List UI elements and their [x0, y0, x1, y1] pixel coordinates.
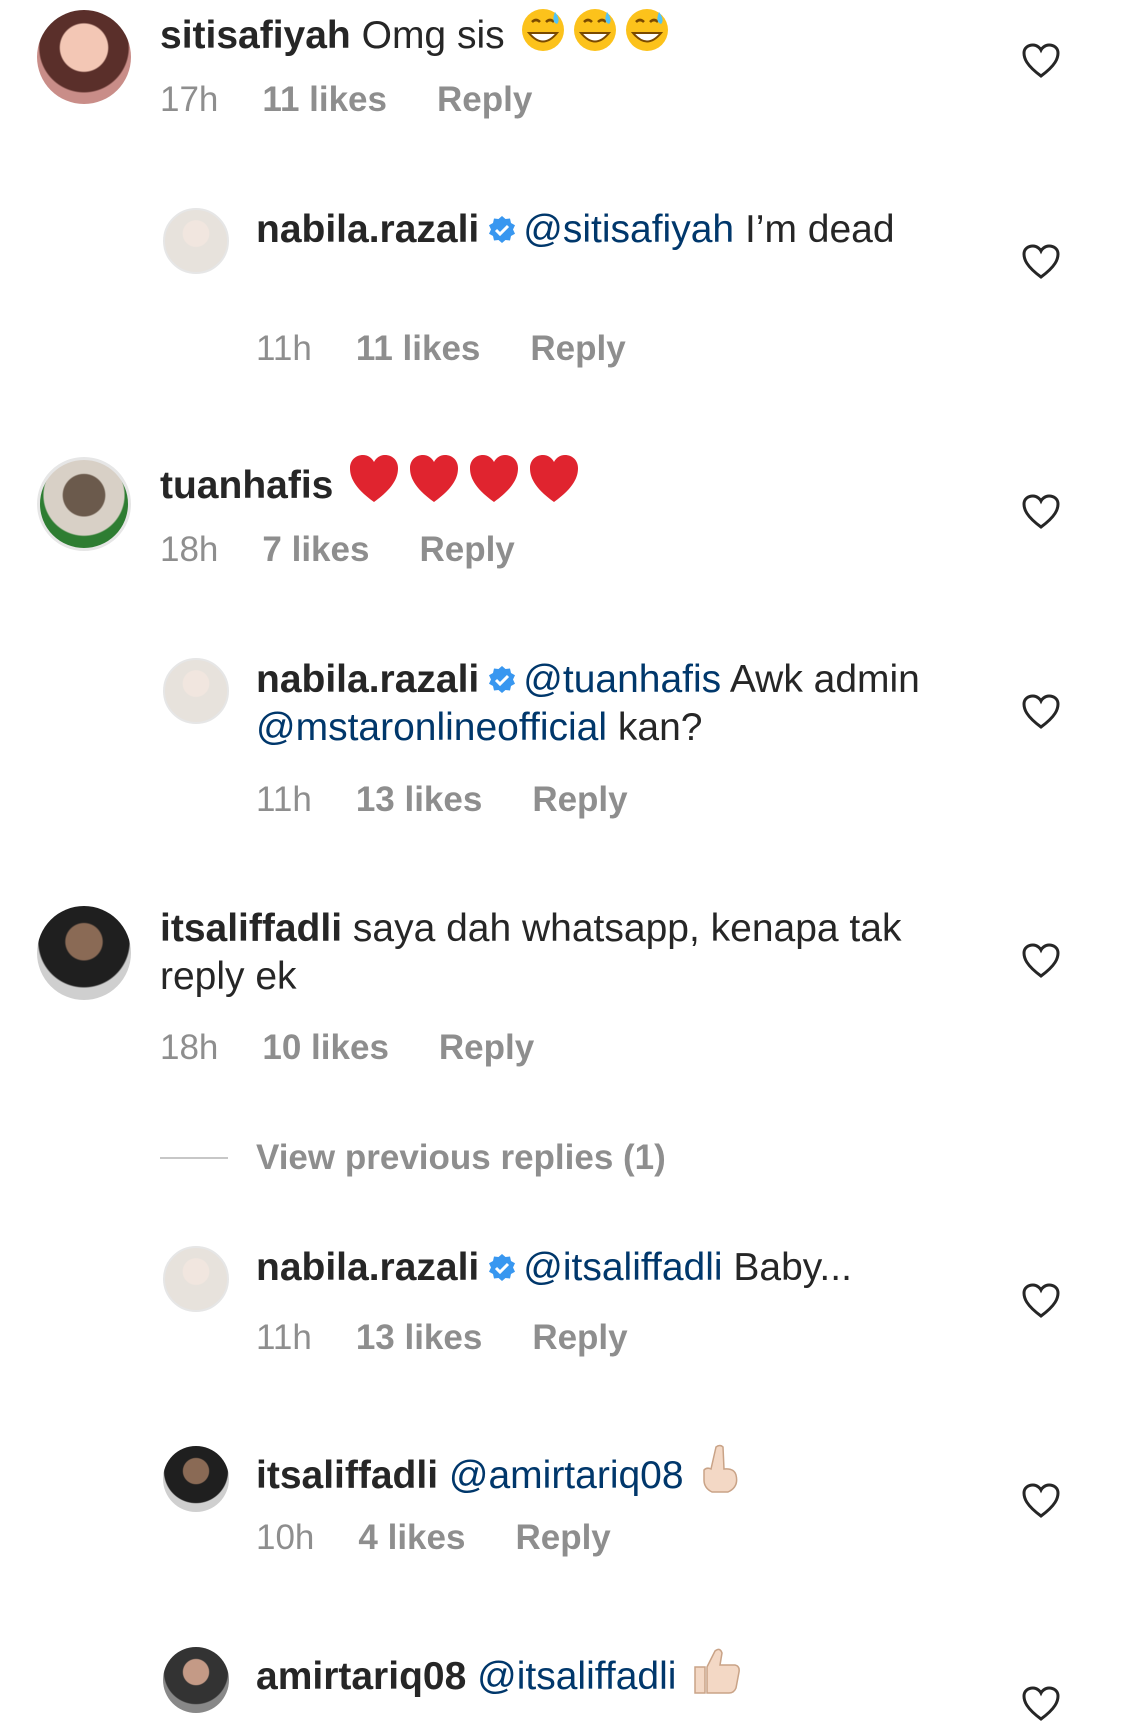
likes-count[interactable]: 11 likes	[356, 329, 481, 368]
comment-text: nabila.razali @sitisafiyah I’m dead	[256, 206, 936, 254]
reply-button[interactable]: Reply	[530, 329, 625, 368]
grinning-sweat-emoji	[519, 6, 669, 66]
pointing-up-emoji	[698, 1444, 742, 1506]
username[interactable]: amirtariq08	[256, 1655, 466, 1698]
red-heart-emoji	[348, 454, 584, 516]
like-heart-icon[interactable]	[1022, 1686, 1060, 1722]
verified-badge-icon	[489, 666, 516, 693]
mention-link[interactable]: @itsaliffadli	[523, 1246, 722, 1289]
comment-meta: 11h 13 likes Reply	[256, 1318, 628, 1358]
username[interactable]: itsaliffadli	[160, 907, 342, 950]
mention-link[interactable]: @sitisafiyah	[523, 208, 734, 251]
comment-text: amirtariq08 @itsaliffadli	[256, 1645, 936, 1707]
timestamp: 11h	[256, 780, 312, 819]
reply-button[interactable]: Reply	[419, 530, 514, 569]
comment-meta: 18h 7 likes Reply	[160, 530, 515, 570]
like-heart-icon[interactable]	[1022, 1283, 1060, 1319]
likes-count[interactable]: 10 likes	[262, 1028, 389, 1067]
like-heart-icon[interactable]	[1022, 943, 1060, 979]
timestamp: 11h	[256, 1318, 312, 1357]
timestamp: 10h	[256, 1518, 315, 1557]
mention-link[interactable]: @tuanhafis	[523, 658, 721, 701]
comment-meta: 10h 4 likes Reply	[256, 1518, 611, 1558]
avatar-nabila-razali[interactable]	[163, 658, 229, 724]
comment-text: nabila.razali @itsaliffadli Baby...	[256, 1244, 936, 1292]
avatar-sitisafiyah[interactable]	[37, 10, 131, 104]
comment-text: itsaliffadli saya dah whatsapp, kenapa t…	[160, 905, 920, 1001]
view-previous-replies-label: View previous replies (1)	[256, 1138, 666, 1177]
comment-meta: 18h 10 likes Reply	[160, 1028, 534, 1068]
timestamp: 11h	[256, 329, 312, 368]
avatar-itsaliffadli[interactable]	[163, 1446, 229, 1512]
comment-body: I’m dead	[744, 208, 895, 251]
view-previous-replies-button[interactable]: View previous replies (1)	[160, 1138, 666, 1178]
username[interactable]: nabila.razali	[256, 1246, 479, 1289]
comment-text: nabila.razali @tuanhafis Awk admin @mstar…	[256, 656, 936, 752]
reply-button[interactable]: Reply	[532, 780, 627, 819]
likes-count[interactable]: 4 likes	[358, 1518, 465, 1557]
reply-button[interactable]: Reply	[439, 1028, 534, 1067]
comment-text: sitisafiyah Omg sis	[160, 6, 920, 66]
verified-badge-icon	[489, 1254, 516, 1281]
likes-count[interactable]: 13 likes	[356, 1318, 483, 1357]
like-heart-icon[interactable]	[1022, 1483, 1060, 1519]
like-heart-icon[interactable]	[1022, 244, 1060, 280]
mention-link[interactable]: @amirtariq08	[449, 1454, 684, 1497]
avatar-tuanhafis[interactable]	[37, 457, 131, 551]
username[interactable]: nabila.razali	[256, 658, 479, 701]
comment-body: Awk admin	[729, 658, 920, 701]
mention-link[interactable]: @itsaliffadli	[477, 1655, 676, 1698]
reply-button[interactable]: Reply	[437, 80, 532, 119]
username[interactable]: nabila.razali	[256, 208, 479, 251]
comment-meta: 11h 13 likes Reply	[256, 780, 628, 820]
comment-body: kan?	[617, 706, 703, 749]
likes-count[interactable]: 7 likes	[262, 530, 369, 569]
timestamp: 17h	[160, 80, 219, 119]
reply-button[interactable]: Reply	[532, 1318, 627, 1357]
comment-meta: 17h 11 likes Reply	[160, 80, 532, 120]
username[interactable]: tuanhafis	[160, 464, 333, 507]
username[interactable]: itsaliffadli	[256, 1454, 438, 1497]
verified-badge-icon	[489, 216, 516, 243]
timestamp: 18h	[160, 1028, 219, 1067]
avatar-amirtariq08[interactable]	[163, 1647, 229, 1713]
reply-button[interactable]: Reply	[515, 1518, 610, 1557]
likes-count[interactable]: 11 likes	[262, 80, 387, 119]
avatar-itsaliffadli[interactable]	[37, 906, 131, 1000]
like-heart-icon[interactable]	[1022, 494, 1060, 530]
like-heart-icon[interactable]	[1022, 694, 1060, 730]
likes-count[interactable]: 13 likes	[356, 780, 483, 819]
divider	[160, 1157, 228, 1159]
comment-text: itsaliffadli @amirtariq08	[256, 1444, 936, 1506]
comment-text: tuanhafis	[160, 454, 920, 516]
username[interactable]: sitisafiyah	[160, 14, 351, 57]
like-heart-icon[interactable]	[1022, 43, 1060, 79]
comment-meta: 11h 11 likes Reply	[256, 329, 626, 369]
timestamp: 18h	[160, 530, 219, 569]
mention-link[interactable]: @mstaronlineofficial	[256, 706, 607, 749]
avatar-nabila-razali[interactable]	[163, 208, 229, 274]
avatar-nabila-razali[interactable]	[163, 1246, 229, 1312]
comment-body: Omg sis	[361, 14, 505, 57]
comment-body: Baby...	[733, 1246, 852, 1289]
thumbs-up-emoji	[691, 1645, 743, 1707]
